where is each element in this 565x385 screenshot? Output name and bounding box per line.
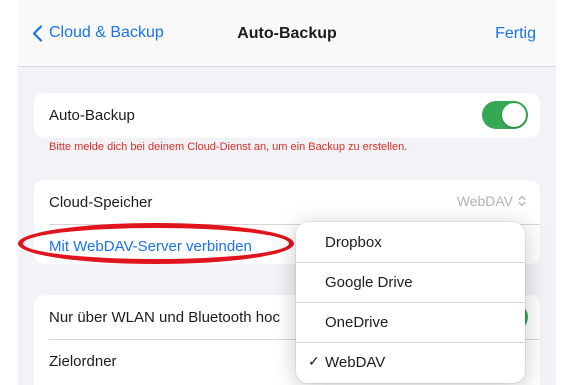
back-button[interactable]: Cloud & Backup: [32, 24, 164, 42]
menu-item-label: Google Drive: [325, 273, 413, 291]
auto-backup-row: Auto-Backup: [34, 93, 540, 137]
auto-backup-toggle[interactable]: [482, 101, 528, 129]
toggle-knob: [502, 103, 526, 127]
cloud-storage-value[interactable]: WebDAV: [457, 193, 526, 209]
menu-item-google-drive[interactable]: Google Drive: [296, 262, 525, 302]
target-folder-label: Zielordner: [49, 352, 117, 370]
cloud-service-menu: Dropbox Google Drive OneDrive ✓ WebDAV: [296, 222, 525, 383]
cloud-storage-label: Cloud-Speicher: [49, 193, 153, 211]
cloud-storage-value-text: WebDAV: [456, 193, 513, 209]
auto-backup-group: Auto-Backup: [34, 93, 540, 138]
cloud-storage-row[interactable]: Cloud-Speicher WebDAV: [34, 180, 540, 224]
chevron-up-down-icon: [518, 195, 526, 207]
chevron-left-icon: [32, 24, 43, 42]
checkmark-icon: ✓: [308, 353, 320, 369]
menu-item-label: WebDAV: [325, 353, 386, 371]
connect-webdav-link[interactable]: Mit WebDAV-Server verbinden: [49, 238, 252, 255]
menu-item-label: Dropbox: [325, 233, 382, 251]
menu-item-onedrive[interactable]: OneDrive: [296, 302, 525, 342]
menu-item-webdav[interactable]: ✓ WebDAV: [296, 342, 525, 382]
wifi-only-label: Nur über WLAN und Bluetooth hoc: [49, 308, 280, 326]
auto-backup-label: Auto-Backup: [49, 106, 135, 124]
menu-item-label: OneDrive: [325, 313, 389, 331]
done-button[interactable]: Fertig: [495, 25, 536, 43]
menu-item-dropbox[interactable]: Dropbox: [296, 222, 525, 262]
navigation-bar: Cloud & Backup Auto-Backup Fertig: [18, 0, 556, 67]
login-hint: Bitte melde dich bei deinem Cloud-Dienst…: [49, 141, 408, 153]
back-label: Cloud & Backup: [49, 24, 164, 41]
